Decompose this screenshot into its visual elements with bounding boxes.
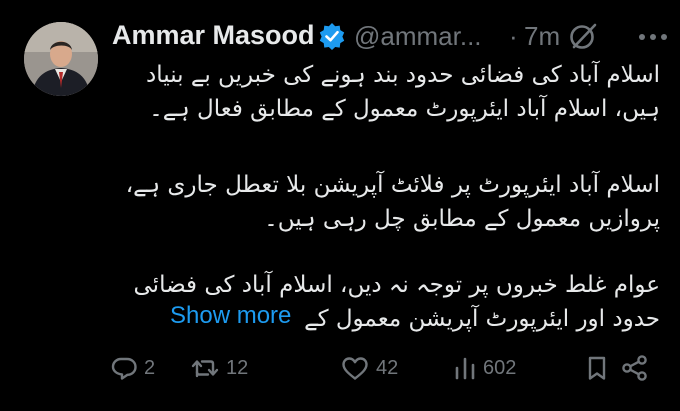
like-button[interactable]: 42 bbox=[340, 348, 398, 388]
reply-icon bbox=[111, 357, 137, 380]
author-handle[interactable]: @ammar... bbox=[354, 21, 482, 52]
share-button[interactable] bbox=[620, 348, 650, 388]
like-count: 42 bbox=[376, 356, 399, 379]
reply-button[interactable]: 2 bbox=[110, 348, 155, 388]
more-options-icon[interactable] bbox=[636, 20, 670, 50]
share-icon bbox=[622, 355, 647, 381]
timestamp[interactable]: 7m bbox=[524, 21, 560, 52]
tweet-line: اسلام آباد ایئرپورٹ پر فلائٹ آپریشن بلا … bbox=[125, 172, 660, 198]
tweet-header: Ammar Masood @ammar... · 7m bbox=[112, 16, 672, 56]
retweet-icon bbox=[191, 360, 219, 378]
show-more-link[interactable]: Show more bbox=[170, 302, 291, 330]
retweet-button[interactable]: 12 bbox=[190, 348, 248, 388]
tweet-line: اسلام آباد کی فضائی حدود بند ہونے کی خبر… bbox=[146, 62, 660, 88]
tweet-line: پروازیں معمول کے مطابق چل رہی ہیں۔ bbox=[264, 206, 660, 232]
tweet-card: Ammar Masood @ammar... · 7m اسلام آباد ک… bbox=[0, 0, 680, 411]
separator-dot: · bbox=[509, 21, 518, 51]
views-bar-chart-icon bbox=[455, 357, 475, 380]
avatar-photo bbox=[24, 22, 98, 96]
action-bar: 2 12 42 602 bbox=[110, 348, 650, 388]
views-button[interactable]: 602 bbox=[453, 348, 516, 388]
tweet-line: عوام غلط خبروں پر توجہ نہ دیں، اسلام آبا… bbox=[133, 272, 661, 298]
view-count: 602 bbox=[483, 356, 517, 379]
heart-icon bbox=[342, 357, 368, 380]
bookmark-icon bbox=[588, 356, 606, 380]
reply-count: 2 bbox=[144, 356, 156, 379]
no-entry-icon[interactable] bbox=[567, 20, 599, 52]
author-name[interactable]: Ammar Masood bbox=[112, 20, 315, 51]
retweet-count: 12 bbox=[226, 356, 249, 379]
tweet-line: ہیں، اسلام آباد ایئرپورٹ معمول کے مطابق … bbox=[149, 96, 660, 122]
bookmark-button[interactable] bbox=[585, 348, 609, 388]
avatar[interactable] bbox=[24, 22, 98, 96]
verified-badge-icon bbox=[318, 22, 346, 50]
